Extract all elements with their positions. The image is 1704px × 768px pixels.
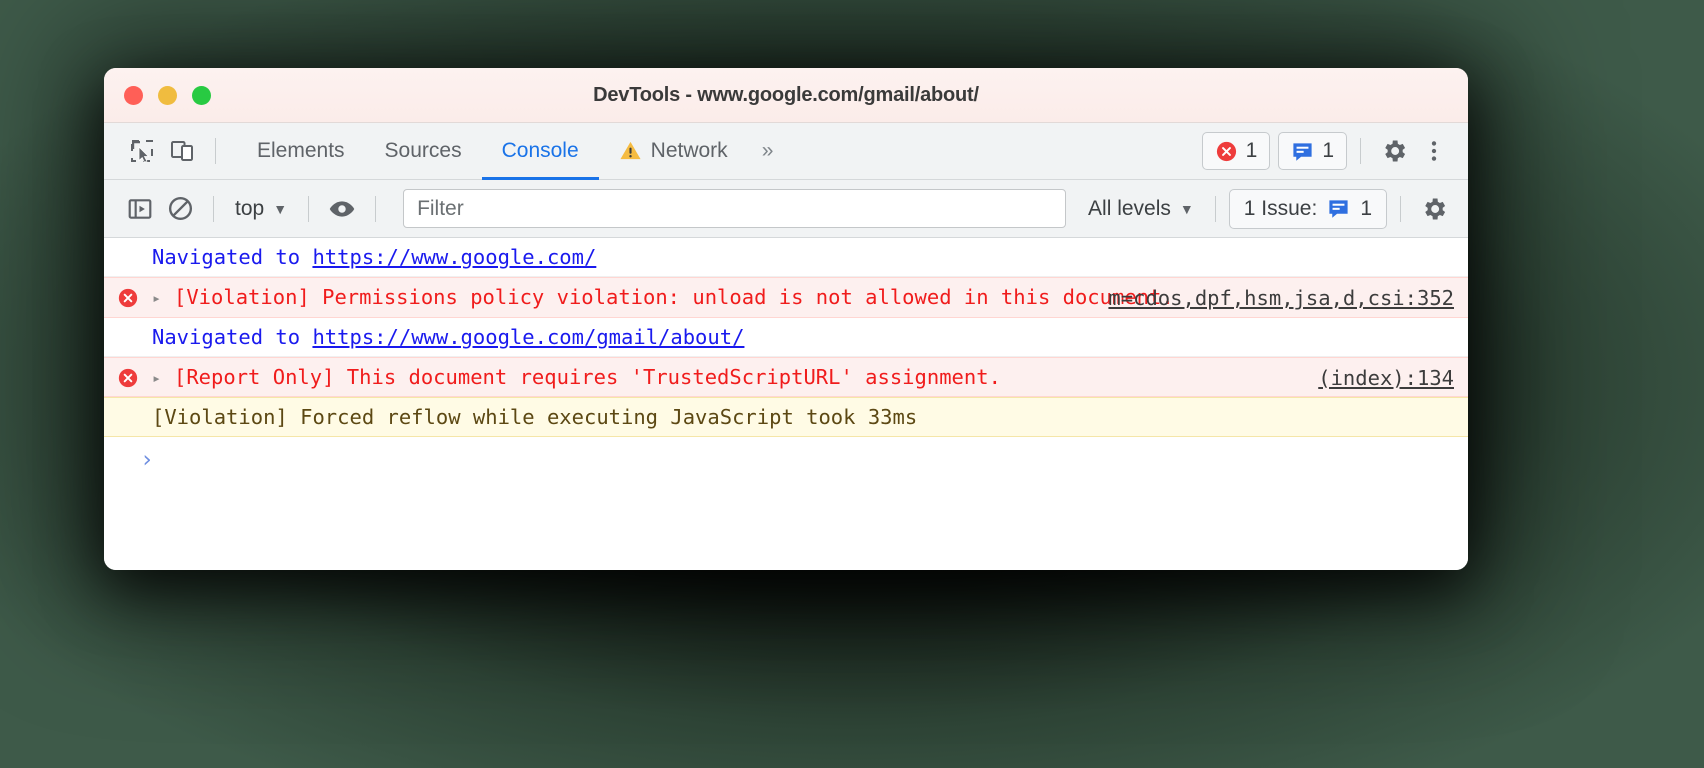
filterbar-divider-3 bbox=[375, 195, 377, 222]
toolbar-divider-2 bbox=[1360, 138, 1361, 164]
toolbar-divider bbox=[215, 138, 216, 164]
prompt-caret-icon: › bbox=[140, 447, 154, 474]
devtools-tabbar: Elements Sources Console Network » 1 1 bbox=[104, 123, 1468, 180]
devtools-window: DevTools - www.google.com/gmail/about/ E… bbox=[104, 68, 1468, 570]
issues-count: 1 bbox=[1360, 196, 1372, 220]
tab-sources-label: Sources bbox=[384, 138, 462, 162]
filter-input[interactable] bbox=[403, 189, 1067, 228]
issues-button[interactable]: 1 Issue: 1 bbox=[1228, 188, 1387, 229]
console-row-navigated-2[interactable]: Navigated to https://www.google.com/gmai… bbox=[104, 317, 1468, 357]
tab-sources[interactable]: Sources bbox=[365, 124, 482, 180]
row-gutter-error-2 bbox=[104, 363, 152, 389]
execution-context-select[interactable]: top ▼ bbox=[227, 193, 295, 225]
console-message-text: Navigated to https://www.google.com/ bbox=[152, 243, 1468, 271]
warning-triangle-icon bbox=[619, 139, 642, 162]
console-filter-toolbar: top ▼ All levels ▼ 1 Issue: bbox=[104, 180, 1468, 238]
console-message-list[interactable]: Navigated to https://www.google.com/ ▸ [… bbox=[104, 238, 1468, 570]
minimize-window-button[interactable] bbox=[158, 85, 177, 105]
tab-console[interactable]: Console bbox=[481, 124, 599, 180]
message-icon bbox=[1291, 140, 1314, 163]
issues-label: 1 Issue: bbox=[1243, 196, 1318, 220]
console-sidebar-icon[interactable] bbox=[120, 189, 160, 229]
console-row-error-report-only[interactable]: ▸ [Report Only] This document requires '… bbox=[104, 356, 1468, 398]
error-count: 1 bbox=[1245, 139, 1258, 162]
row-gutter-warn bbox=[104, 403, 152, 407]
navigated-url-link[interactable]: https://www.google.com/ bbox=[312, 245, 596, 269]
filterbar-divider-5 bbox=[1400, 195, 1401, 222]
window-title: DevTools - www.google.com/gmail/about/ bbox=[593, 83, 979, 106]
error-circle-icon-row bbox=[117, 287, 139, 309]
tab-elements[interactable]: Elements bbox=[237, 124, 365, 180]
gear-icon[interactable] bbox=[1374, 131, 1414, 171]
more-tabs-icon[interactable]: » bbox=[748, 139, 786, 163]
gear-icon-console[interactable] bbox=[1414, 189, 1454, 229]
clear-console-icon[interactable] bbox=[160, 189, 200, 229]
console-row-navigated-1[interactable]: Navigated to https://www.google.com/ bbox=[104, 238, 1468, 278]
error-count-badge[interactable]: 1 bbox=[1201, 132, 1271, 170]
console-row-error-violation[interactable]: ▸ [Violation] Permissions policy violati… bbox=[104, 277, 1468, 318]
console-message-text-warning: [Violation] Forced reflow while executin… bbox=[152, 403, 1468, 431]
source-link-report[interactable]: (index):134 bbox=[1318, 364, 1454, 392]
filterbar-divider-1 bbox=[213, 195, 214, 222]
kebab-menu-icon[interactable] bbox=[1414, 131, 1454, 171]
message-count: 1 bbox=[1322, 139, 1334, 162]
navigated-prefix-2: Navigated to bbox=[152, 324, 313, 349]
log-levels-label: All levels bbox=[1088, 196, 1171, 220]
navigated-prefix: Navigated to bbox=[152, 245, 313, 269]
panel-tabs: Elements Sources Console Network » bbox=[237, 123, 786, 180]
error-circle-icon-row-2 bbox=[117, 367, 139, 389]
tab-console-label: Console bbox=[501, 138, 579, 162]
console-message-text-report: [Report Only] This document requires 'Tr… bbox=[174, 363, 1468, 391]
expand-arrow-icon[interactable]: ▸ bbox=[152, 283, 174, 309]
execution-context-label: top bbox=[235, 196, 265, 220]
filterbar-divider-2 bbox=[308, 195, 310, 222]
tab-network-label: Network bbox=[650, 138, 728, 162]
message-count-badge[interactable]: 1 bbox=[1278, 132, 1347, 170]
console-prompt-row[interactable]: › bbox=[104, 437, 1468, 484]
live-expression-icon[interactable] bbox=[322, 189, 362, 229]
log-levels-select[interactable]: All levels ▼ bbox=[1080, 193, 1202, 225]
window-titlebar: DevTools - www.google.com/gmail/about/ bbox=[104, 68, 1468, 123]
row-gutter bbox=[104, 243, 152, 247]
report-only-text: [Report Only] This document requires 'Tr… bbox=[174, 364, 1001, 389]
expand-arrow-icon-2[interactable]: ▸ bbox=[152, 363, 174, 389]
maximize-window-button[interactable] bbox=[192, 85, 211, 105]
traffic-lights bbox=[104, 85, 211, 105]
error-circle-icon bbox=[1215, 140, 1238, 163]
device-toolbar-icon[interactable] bbox=[162, 131, 202, 171]
tab-elements-label: Elements bbox=[257, 138, 345, 162]
console-message-text-2: Navigated to https://www.google.com/gmai… bbox=[152, 323, 1468, 351]
filterbar-divider-4 bbox=[1214, 195, 1216, 222]
chevron-down-icon-levels: ▼ bbox=[1179, 200, 1194, 217]
row-gutter-2 bbox=[104, 323, 152, 327]
inspect-element-icon[interactable] bbox=[122, 131, 162, 171]
violation-text: [Violation] Permissions policy violation… bbox=[174, 285, 1174, 310]
navigated-url-link-2[interactable]: https://www.google.com/gmail/about/ bbox=[312, 325, 744, 349]
issue-badges: 1 1 bbox=[1201, 132, 1347, 170]
close-window-button[interactable] bbox=[124, 85, 143, 105]
row-gutter-error bbox=[104, 283, 152, 309]
source-link-violation[interactable]: m=cdos,dpf,hsm,jsa,d,csi:352 bbox=[1108, 284, 1454, 312]
message-icon-issues bbox=[1327, 197, 1350, 220]
chevron-down-icon: ▼ bbox=[273, 200, 288, 217]
warning-text: [Violation] Forced reflow while executin… bbox=[152, 405, 918, 430]
console-row-warning[interactable]: [Violation] Forced reflow while executin… bbox=[104, 397, 1468, 438]
tab-network[interactable]: Network bbox=[599, 124, 748, 180]
